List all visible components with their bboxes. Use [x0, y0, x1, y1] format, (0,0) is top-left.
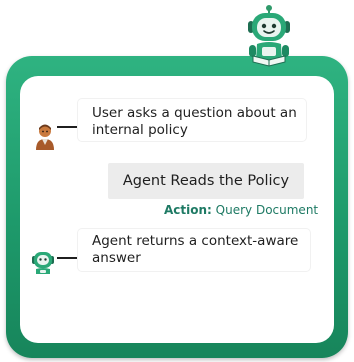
user-avatar-icon — [36, 124, 54, 150]
action-label: Action: Query Document — [164, 203, 318, 217]
user-message: User asks a question about an internal p… — [78, 99, 306, 141]
robot-mascot-icon — [248, 5, 290, 67]
action-prefix: Action: — [164, 203, 212, 217]
agent-connector-line — [57, 257, 79, 259]
robot-agent-icon — [32, 252, 54, 274]
action-value: Query Document — [215, 203, 319, 217]
step-box: Agent Reads the Policy — [108, 163, 304, 199]
user-connector-line — [57, 126, 79, 128]
agent-message: Agent returns a context-aware answer — [78, 229, 310, 271]
